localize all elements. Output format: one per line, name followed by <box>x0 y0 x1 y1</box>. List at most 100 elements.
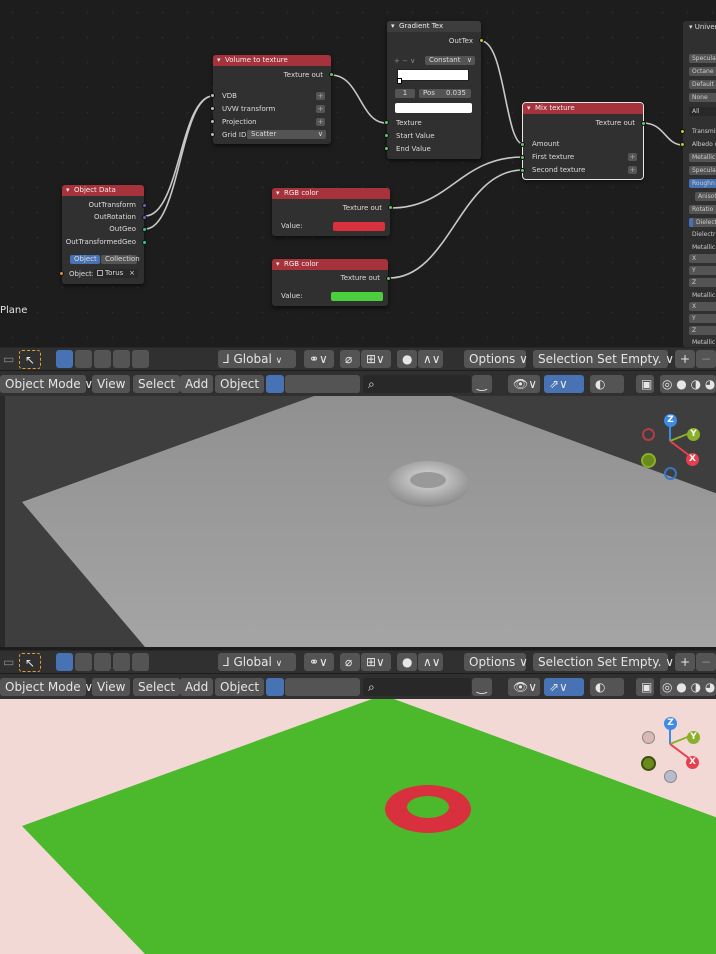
universal-row[interactable]: Specula <box>689 54 716 63</box>
select-subtract-icon[interactable] <box>94 653 111 671</box>
transmission-socket[interactable] <box>680 129 685 134</box>
menu-add[interactable]: Add <box>180 678 214 696</box>
out-geo-socket[interactable] <box>142 227 147 232</box>
second-texture-socket[interactable] <box>520 168 525 173</box>
object-data-node[interactable]: Object Data OutTransform OutRotation Out… <box>59 185 147 284</box>
mode-icon[interactable]: ▭ <box>0 653 14 671</box>
close-icon[interactable]: × <box>129 269 135 278</box>
filter-dropdown[interactable]: ‿ <box>472 678 492 696</box>
uvw-socket[interactable] <box>210 106 215 111</box>
universal-row[interactable]: Octane <box>689 67 716 76</box>
universal-row[interactable]: X <box>689 302 716 311</box>
remove-icon[interactable]: − <box>696 350 716 368</box>
object-socket[interactable] <box>59 271 64 276</box>
select-invert-icon[interactable] <box>113 653 130 671</box>
add-icon[interactable]: + <box>628 153 637 161</box>
options-dropdown[interactable]: Options ∨ <box>464 653 528 671</box>
universal-row[interactable]: Rotatio <box>689 205 716 214</box>
vdb-socket[interactable] <box>210 93 215 98</box>
falloff-dropdown[interactable]: ∧∨ <box>418 350 443 368</box>
select-subtract-icon[interactable] <box>94 350 111 368</box>
universal-material-node[interactable]: ▾ Univers Specula Octane Default None Al… <box>680 21 716 347</box>
proportional-edit-toggle[interactable]: ● <box>397 653 417 671</box>
search-input[interactable]: ⌕ <box>363 678 471 696</box>
gizmo-x[interactable]: X <box>686 453 699 466</box>
menu-view[interactable]: View <box>92 375 131 393</box>
shading-mode-group[interactable]: ◎ ● ◑ ◕ <box>660 678 716 696</box>
gradient-end-socket[interactable] <box>384 146 389 151</box>
universal-row[interactable]: All <box>689 107 716 116</box>
rgb-out-socket[interactable] <box>386 276 391 281</box>
gizmo-z[interactable]: Z <box>664 717 677 730</box>
first-texture-socket[interactable] <box>520 155 525 160</box>
universal-row[interactable]: Default <box>689 80 716 89</box>
viewport-solid[interactable]: Z Y X <box>0 396 716 647</box>
gradient-add-remove-icon[interactable]: + − ∨ <box>394 57 415 65</box>
overlay-toggle[interactable]: ◐ <box>590 375 624 393</box>
select-box-new-icon[interactable] <box>56 653 73 671</box>
plane-mesh[interactable] <box>22 396 716 647</box>
select-intersect-icon[interactable] <box>132 653 149 671</box>
universal-row[interactable]: Z <box>689 278 716 287</box>
node-editor[interactable]: Gradient Tex OutTex + − ∨ Constant∨ 1 Po… <box>0 0 716 347</box>
gizmo-z[interactable]: Z <box>664 414 677 427</box>
universal-row[interactable]: None <box>689 93 716 102</box>
viewport-rendered[interactable]: Z Y X <box>0 699 716 954</box>
stop-color-swatch[interactable] <box>395 103 472 113</box>
select-box-icon[interactable] <box>266 375 284 393</box>
tab-collection[interactable]: Collection <box>101 255 140 264</box>
menu-select[interactable]: Select <box>133 375 181 393</box>
universal-row[interactable]: X <box>689 254 716 263</box>
pivot-point-dropdown[interactable]: ⚭∨ <box>304 653 334 671</box>
albedo-socket[interactable] <box>680 142 685 147</box>
projection-socket[interactable] <box>210 119 215 124</box>
mix-out-socket[interactable] <box>641 121 646 126</box>
menu-select[interactable]: Select <box>133 678 181 696</box>
color-swatch-red[interactable] <box>333 222 385 231</box>
color-swatch-green[interactable] <box>331 292 383 301</box>
interpolation-dropdown[interactable]: Constant ∨ <box>425 56 475 65</box>
proportional-edit-toggle[interactable]: ● <box>397 350 417 368</box>
rgb-color-node-red[interactable]: RGB color Texture out Value: <box>272 188 393 236</box>
menu-add[interactable]: Add <box>180 375 214 393</box>
gizmo-toggle[interactable]: ⇗∨ <box>544 375 584 393</box>
rgb-color-node-green[interactable]: RGB color Texture out Value: <box>272 259 391 306</box>
transform-orientation-dropdown[interactable]: ⅃ Global ∨ <box>218 350 296 368</box>
gradient-out-socket[interactable] <box>479 38 484 43</box>
select-box-icon[interactable] <box>266 678 284 696</box>
add-icon[interactable]: + <box>316 118 325 126</box>
select-extend-icon[interactable] <box>75 653 92 671</box>
rgb-out-socket[interactable] <box>388 205 393 210</box>
select-box-new-icon[interactable] <box>56 350 73 368</box>
snap-target-dropdown[interactable]: ⊞∨ <box>361 350 391 368</box>
object-picker[interactable]: Torus × <box>93 269 138 278</box>
universal-row[interactable]: Y <box>689 314 716 323</box>
out-transform-socket[interactable] <box>142 203 147 208</box>
menu-object[interactable]: Object <box>215 375 265 393</box>
stop-index-field[interactable]: 1 <box>395 89 415 98</box>
mode-icon[interactable]: ▭ <box>0 350 14 368</box>
search-input[interactable]: ⌕ <box>363 375 471 393</box>
selection-set-dropdown[interactable]: Selection Set Empty. ∨ <box>533 653 674 671</box>
select-tool-icon[interactable]: ↖ <box>19 653 41 672</box>
ramp-stop-handle[interactable] <box>397 78 402 84</box>
remove-icon[interactable]: − <box>696 653 716 671</box>
add-icon[interactable]: + <box>675 350 695 368</box>
gradient-tex-node[interactable]: Gradient Tex OutTex + − ∨ Constant∨ 1 Po… <box>384 21 484 159</box>
select-tool-icon[interactable]: ↖ <box>19 350 41 369</box>
select-extend-icon[interactable] <box>75 350 92 368</box>
volume-to-texture-node[interactable]: Volume to texture Texture out VDB + UVW … <box>210 55 334 144</box>
add-icon[interactable]: + <box>316 105 325 113</box>
visibility-dropdown[interactable]: 👁∨ <box>508 375 540 393</box>
amount-socket[interactable] <box>520 142 525 147</box>
plane-rendered[interactable] <box>22 699 716 954</box>
universal-row[interactable]: Dielectr <box>689 218 716 227</box>
universal-row[interactable]: Y <box>689 266 716 275</box>
xray-toggle[interactable]: ▣ <box>636 678 654 696</box>
add-icon[interactable]: + <box>316 92 325 100</box>
universal-row[interactable]: Metallic <box>689 153 716 162</box>
selection-set-dropdown[interactable]: Selection Set Empty. ∨ <box>533 350 674 368</box>
stop-position-field[interactable]: Pos 0.035 <box>419 89 471 98</box>
snap-toggle[interactable]: ⌀ <box>340 653 360 671</box>
shading-mode-group[interactable]: ◎ ● ◑ ◕ <box>660 375 716 393</box>
